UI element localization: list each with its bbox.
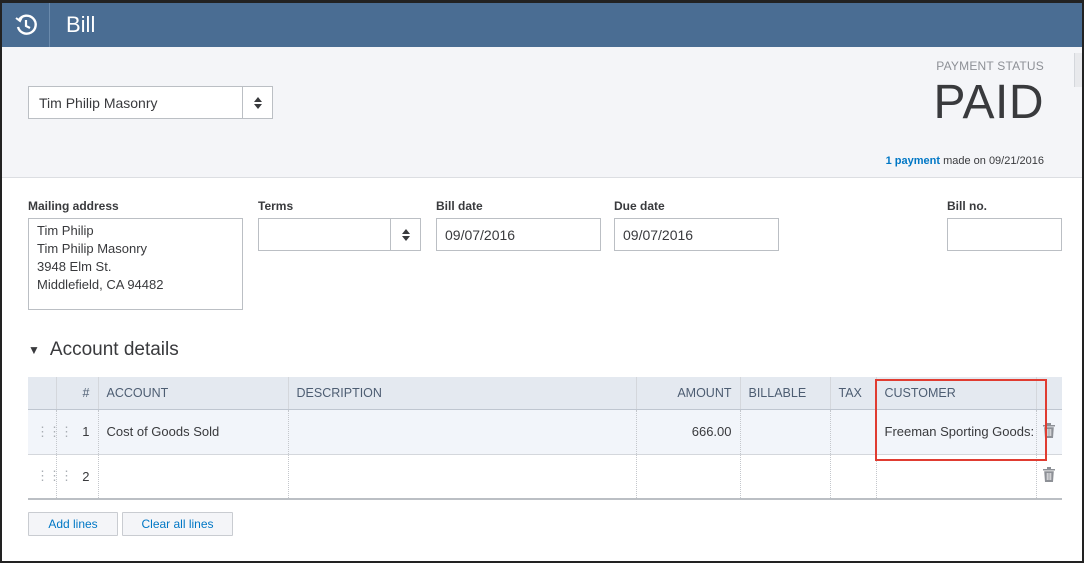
trash-icon[interactable] xyxy=(1035,409,1062,455)
address-line: Tim Philip Masonry xyxy=(37,241,148,256)
account-details-table: # ACCOUNT DESCRIPTION AMOUNT BILLABLE TA… xyxy=(28,377,1062,500)
customer-cell[interactable]: Freeman Sporting Goods: xyxy=(875,409,1036,455)
address-line: 3948 Elm St. xyxy=(37,259,112,274)
table-header-row: # ACCOUNT DESCRIPTION AMOUNT BILLABLE TA… xyxy=(28,377,1062,410)
collapse-triangle-icon: ▼ xyxy=(28,343,40,357)
account-details-title: Account details xyxy=(49,339,179,360)
bill-header: Tim Philip Masonry PAYMENT STATUS PAID 1… xyxy=(2,47,1082,178)
terms-label: Terms xyxy=(258,199,294,213)
column-header-tax: TAX xyxy=(829,377,876,410)
bill-date-input[interactable]: 09/07/2016 xyxy=(436,218,601,251)
mailing-address-label: Mailing address xyxy=(28,199,119,213)
payment-link[interactable]: 1 payment xyxy=(886,155,940,167)
bill-no-input[interactable] xyxy=(947,218,1062,251)
terms-select[interactable] xyxy=(258,218,421,251)
address-line: Middlefield, CA 94482 xyxy=(37,277,164,292)
select-arrows-icon xyxy=(242,87,272,118)
payment-note: 1 payment made on 09/21/2016 xyxy=(886,155,1044,167)
vendor-select[interactable]: Tim Philip Masonry xyxy=(28,86,273,119)
tax-cell[interactable] xyxy=(829,409,876,455)
payment-status-label: PAYMENT STATUS xyxy=(936,59,1044,73)
select-arrows-icon xyxy=(390,219,420,250)
due-date-input[interactable]: 09/07/2016 xyxy=(614,218,779,251)
payment-status-value: PAID xyxy=(933,76,1044,129)
account-cell[interactable] xyxy=(97,454,288,500)
billable-cell[interactable] xyxy=(739,454,830,500)
description-cell[interactable] xyxy=(287,454,636,500)
column-header-actions xyxy=(1035,377,1062,410)
clear-all-lines-button[interactable]: Clear all lines xyxy=(122,512,233,536)
address-line: Tim Philip xyxy=(37,223,94,238)
due-date-label: Due date xyxy=(614,199,665,213)
column-header-customer: CUSTOMER xyxy=(875,377,1036,410)
account-details-toggle[interactable]: ▼ Account details xyxy=(28,339,179,361)
column-header-drag xyxy=(28,377,56,410)
column-header-billable: BILLABLE xyxy=(739,377,830,410)
column-header-account: ACCOUNT xyxy=(97,377,288,410)
table-row[interactable]: ⋮⋮⋮ 1 Cost of Goods Sold 666.00 Freeman … xyxy=(28,409,1062,455)
customer-cell[interactable] xyxy=(875,454,1036,500)
drag-handle-icon[interactable]: ⋮⋮⋮ xyxy=(28,409,73,455)
vendor-value: Tim Philip Masonry xyxy=(39,94,158,111)
recent-transactions-icon[interactable] xyxy=(2,3,50,47)
drag-handle-icon[interactable]: ⋮⋮⋮ xyxy=(28,454,73,500)
tax-cell[interactable] xyxy=(829,454,876,500)
column-header-amount: AMOUNT xyxy=(635,377,740,410)
amount-cell[interactable]: 666.00 xyxy=(635,409,740,455)
billable-cell[interactable] xyxy=(739,409,830,455)
column-header-description: DESCRIPTION xyxy=(287,377,636,410)
payment-note-text: made on 09/21/2016 xyxy=(943,155,1044,167)
column-header-number: # xyxy=(55,377,98,410)
account-cell[interactable]: Cost of Goods Sold xyxy=(97,409,288,455)
mailing-address-field[interactable]: Tim Philip Tim Philip Masonry 3948 Elm S… xyxy=(28,218,243,310)
bill-window: Bill Tim Philip Masonry PAYMENT STATUS P… xyxy=(0,0,1084,563)
add-lines-button[interactable]: Add lines xyxy=(28,512,118,536)
window-title: Bill xyxy=(66,12,96,37)
title-bar: Bill xyxy=(2,3,1082,47)
description-cell[interactable] xyxy=(287,409,636,455)
bill-no-label: Bill no. xyxy=(947,199,987,213)
scrollbar[interactable] xyxy=(1074,53,1082,87)
bill-date-label: Bill date xyxy=(436,199,483,213)
table-row[interactable]: ⋮⋮⋮ 2 xyxy=(28,454,1062,500)
amount-cell[interactable] xyxy=(635,454,740,500)
trash-icon[interactable] xyxy=(1035,454,1062,500)
